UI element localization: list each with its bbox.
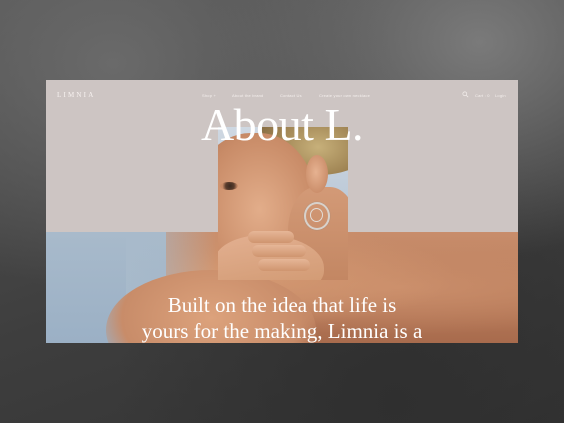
finger (248, 231, 294, 243)
intro-line-1: Built on the idea that life is (167, 293, 397, 317)
finger (258, 259, 310, 271)
website-preview: LIMNIA Shop + About the brand Contact Us… (46, 80, 518, 343)
finger (252, 245, 306, 257)
nav-item-about[interactable]: About the brand (232, 93, 263, 98)
nav-item-create-necklace[interactable]: Create your own necklace (319, 93, 370, 98)
login-link[interactable]: Login (495, 93, 506, 98)
nav-item-contact[interactable]: Contact Us (280, 93, 302, 98)
nav-item-shop[interactable]: Shop + (202, 93, 216, 98)
page-title: About L. (200, 99, 364, 150)
brand-logo[interactable]: LIMNIA (57, 91, 95, 99)
search-icon[interactable] (462, 91, 469, 98)
cart-link[interactable]: Cart : 0 (475, 93, 490, 98)
intro-line-2: yours for the making, Limnia is a (141, 319, 423, 343)
intro-text: Built on the idea that life is yours for… (46, 292, 518, 343)
earring-inner (310, 208, 323, 222)
ear (306, 155, 328, 193)
eye (220, 182, 238, 190)
